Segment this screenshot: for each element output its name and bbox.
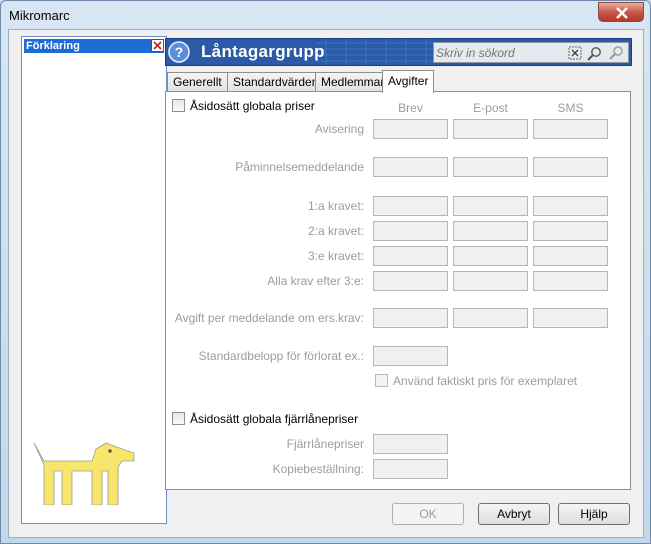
krav3-epost-field[interactable] — [453, 246, 528, 266]
dialog-window: Mikromarc Förklaring ? Låntagargrupp Skr… — [0, 0, 651, 544]
use-actual-price-checkbox[interactable] — [375, 374, 388, 387]
krav-efter3-sms-field[interactable] — [533, 271, 608, 291]
avisering-brev-field[interactable] — [373, 119, 448, 139]
page-title: Låntagargrupp — [201, 42, 325, 61]
paminnelse-epost-field[interactable] — [453, 157, 528, 177]
column-epost: E-post — [473, 101, 508, 115]
avisering-epost-field[interactable] — [453, 119, 528, 139]
avgift-meddelande-brev-field[interactable] — [373, 308, 448, 328]
close-icon — [616, 7, 628, 19]
krav3-brev-field[interactable] — [373, 246, 448, 266]
row-label-paminnelse: Påminnelsemeddelande — [235, 160, 364, 174]
krav2-brev-field[interactable] — [373, 221, 448, 241]
krav1-epost-field[interactable] — [453, 196, 528, 216]
override-global-prices-label: Åsidosätt globala priser — [190, 99, 315, 113]
help-button[interactable]: Hjälp — [558, 503, 630, 525]
row-label-standardbelopp: Standardbelopp för förlorat ex.: — [198, 349, 364, 363]
override-ill-prices-checkbox[interactable] — [172, 412, 185, 425]
standardbelopp-field[interactable] — [373, 346, 448, 366]
row-label-krav-efter3: Alla krav efter 3:e: — [267, 274, 364, 288]
header-banner: ? Låntagargrupp — [165, 38, 632, 66]
explanation-close-button[interactable] — [151, 39, 164, 52]
search-tools — [568, 46, 623, 61]
avgift-meddelande-epost-field[interactable] — [453, 308, 528, 328]
search-box[interactable] — [433, 42, 629, 63]
svg-text:?: ? — [175, 44, 184, 60]
row-label-krav1: 1:a kravet: — [307, 199, 364, 213]
krav2-sms-field[interactable] — [533, 221, 608, 241]
row-label-krav3: 3:e kravet: — [307, 249, 364, 263]
cancel-button[interactable]: Avbryt — [478, 503, 550, 525]
window-close-button[interactable] — [598, 2, 644, 22]
ok-button[interactable]: OK — [392, 503, 464, 525]
banner-pattern-icon — [316, 39, 436, 65]
override-ill-prices-label: Åsidosätt globala fjärrlånepriser — [190, 412, 359, 426]
row-label-avisering: Avisering — [314, 122, 364, 136]
search-input[interactable] — [436, 44, 556, 61]
dialog-client-area: Förklaring ? Låntagargrupp Skriv in söko… — [8, 29, 644, 538]
krav2-epost-field[interactable] — [453, 221, 528, 241]
row-label-krav2: 2:a kravet: — [307, 224, 364, 238]
dog-logo-icon — [33, 442, 135, 505]
column-brev: Brev — [398, 101, 423, 115]
row-label-ill-price: Fjärrlånepriser — [286, 437, 364, 451]
explanation-header: Förklaring — [24, 39, 164, 53]
krav3-sms-field[interactable] — [533, 246, 608, 266]
fees-tab-panel: Åsidosätt globala priser Brev E-post SMS… — [165, 91, 631, 490]
row-label-avgift-per-meddelande: Avgift per meddelande om ers.krav: — [174, 311, 364, 325]
tab-standardvarden[interactable]: Standardvärden — [227, 72, 325, 92]
title-bar[interactable]: Mikromarc — [1, 1, 650, 31]
ill-price-field[interactable] — [373, 434, 448, 454]
krav1-sms-field[interactable] — [533, 196, 608, 216]
paminnelse-brev-field[interactable] — [373, 157, 448, 177]
krav-efter3-epost-field[interactable] — [453, 271, 528, 291]
tab-avgifter[interactable]: Avgifter — [382, 70, 435, 93]
search-icon — [587, 47, 601, 61]
help-icon[interactable]: ? — [168, 41, 190, 63]
override-global-prices-checkbox[interactable] — [172, 99, 185, 112]
paminnelse-sms-field[interactable] — [533, 157, 608, 177]
close-icon — [153, 41, 162, 50]
tab-generellt[interactable]: Generellt — [167, 72, 228, 92]
use-actual-price-label: Använd faktiskt pris för exemplaret — [393, 374, 578, 388]
tab-medlemmar[interactable]: Medlemmar — [315, 72, 391, 92]
column-sms: SMS — [557, 101, 584, 115]
avgift-meddelande-sms-field[interactable] — [533, 308, 608, 328]
explanation-pane: Förklaring — [21, 36, 167, 524]
krav1-brev-field[interactable] — [373, 196, 448, 216]
copy-order-field[interactable] — [373, 459, 448, 479]
window-title: Mikromarc — [9, 8, 70, 23]
clear-search-icon — [568, 46, 582, 60]
krav-efter3-brev-field[interactable] — [373, 271, 448, 291]
advanced-search-icon — [609, 46, 623, 60]
avisering-sms-field[interactable] — [533, 119, 608, 139]
row-label-copy-order: Kopiebeställning: — [272, 462, 364, 476]
